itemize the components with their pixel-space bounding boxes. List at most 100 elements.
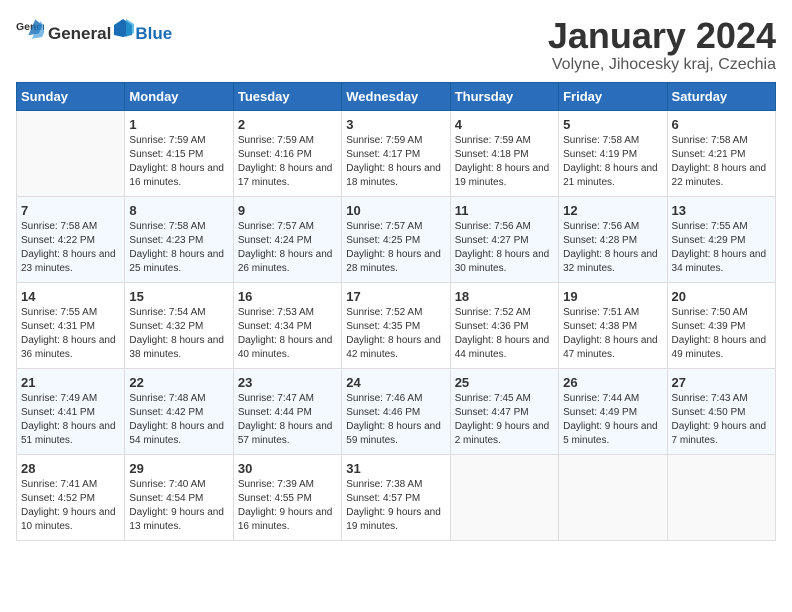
calendar-cell: 11 Sunrise: 7:56 AMSunset: 4:27 PMDayligh… (450, 196, 558, 282)
day-number: 4 (455, 117, 554, 132)
day-info: Sunrise: 7:41 AMSunset: 4:52 PMDaylight:… (21, 478, 120, 534)
calendar-cell: 28 Sunrise: 7:41 AMSunset: 4:52 PMDayligh… (17, 454, 125, 540)
calendar-cell: 6 Sunrise: 7:58 AMSunset: 4:21 PMDaylight… (667, 110, 775, 196)
logo-general: General (48, 24, 111, 44)
calendar-cell: 5Sunrise: 7:58 AMSunset: 4:19 PMDaylight… (559, 110, 667, 196)
day-info: Sunrise: 7:50 AMSunset: 4:39 PMDaylight:… (672, 306, 771, 362)
day-info: Sunrise: 7:57 AMSunset: 4:25 PMDaylight:… (346, 220, 445, 276)
calendar-cell: 30 Sunrise: 7:39 AMSunset: 4:55 PMDayligh… (233, 454, 341, 540)
calendar-cell: 4 Sunrise: 7:59 AMSunset: 4:18 PMDaylight… (450, 110, 558, 196)
calendar-cell: 2Sunrise: 7:59 AMSunset: 4:16 PMDaylight… (233, 110, 341, 196)
day-number: 10 (346, 203, 445, 218)
calendar-week-1: 1 Sunrise: 7:59 AMSunset: 4:15 PMDaylight… (17, 110, 776, 196)
calendar-cell: 31 Sunrise: 7:38 AMSunset: 4:57 PMDayligh… (342, 454, 450, 540)
calendar-cell: 20 Sunrise: 7:50 AMSunset: 4:39 PMDayligh… (667, 282, 775, 368)
day-header-friday: Friday (559, 82, 667, 110)
day-number: 26 (563, 375, 662, 390)
day-info: Sunrise: 7:58 AMSunset: 4:22 PMDaylight:… (21, 220, 120, 276)
day-info: Sunrise: 7:43 AMSunset: 4:50 PMDaylight:… (672, 392, 771, 448)
calendar-cell: 21Sunrise: 7:49 AMSunset: 4:41 PMDayligh… (17, 368, 125, 454)
calendar-cell: 18Sunrise: 7:52 AMSunset: 4:36 PMDayligh… (450, 282, 558, 368)
calendar-cell: 29Sunrise: 7:40 AMSunset: 4:54 PMDayligh… (125, 454, 233, 540)
day-info: Sunrise: 7:56 AMSunset: 4:28 PMDaylight:… (563, 220, 662, 276)
day-number: 13 (672, 203, 771, 218)
day-info: Sunrise: 7:59 AMSunset: 4:17 PMDaylight:… (346, 134, 445, 190)
calendar-cell: 15 Sunrise: 7:54 AMSunset: 4:32 PMDayligh… (125, 282, 233, 368)
day-info: Sunrise: 7:44 AMSunset: 4:49 PMDaylight:… (563, 392, 662, 448)
day-header-monday: Monday (125, 82, 233, 110)
day-info: Sunrise: 7:46 AMSunset: 4:46 PMDaylight:… (346, 392, 445, 448)
day-info: Sunrise: 7:47 AMSunset: 4:44 PMDaylight:… (238, 392, 337, 448)
calendar-cell (559, 454, 667, 540)
calendar-header-row: SundayMondayTuesdayWednesdayThursdayFrid… (17, 82, 776, 110)
day-info: Sunrise: 7:52 AMSunset: 4:36 PMDaylight:… (455, 306, 554, 362)
day-number: 31 (346, 461, 445, 476)
day-number: 2 (238, 117, 337, 132)
calendar-subtitle: Volyne, Jihocesky kraj, Czechia (548, 56, 776, 74)
calendar-week-3: 14Sunrise: 7:55 AMSunset: 4:31 PMDayligh… (17, 282, 776, 368)
day-info: Sunrise: 7:58 AMSunset: 4:19 PMDaylight:… (563, 134, 662, 190)
day-info: Sunrise: 7:52 AMSunset: 4:35 PMDaylight:… (346, 306, 445, 362)
day-number: 7 (21, 203, 120, 218)
day-number: 21 (21, 375, 120, 390)
calendar-cell: 3 Sunrise: 7:59 AMSunset: 4:17 PMDaylight… (342, 110, 450, 196)
day-number: 20 (672, 289, 771, 304)
calendar-week-2: 7 Sunrise: 7:58 AMSunset: 4:22 PMDaylight… (17, 196, 776, 282)
calendar-cell: 19 Sunrise: 7:51 AMSunset: 4:38 PMDayligh… (559, 282, 667, 368)
day-info: Sunrise: 7:58 AMSunset: 4:21 PMDaylight:… (672, 134, 771, 190)
calendar-cell: 12 Sunrise: 7:56 AMSunset: 4:28 PMDayligh… (559, 196, 667, 282)
day-info: Sunrise: 7:38 AMSunset: 4:57 PMDaylight:… (346, 478, 445, 534)
header: General General Blue January 2024 Volyne… (16, 16, 776, 74)
logo-shape-icon (112, 17, 134, 39)
day-number: 15 (129, 289, 228, 304)
calendar-cell: 17 Sunrise: 7:52 AMSunset: 4:35 PMDayligh… (342, 282, 450, 368)
calendar-cell: 14Sunrise: 7:55 AMSunset: 4:31 PMDayligh… (17, 282, 125, 368)
calendar-cell: 27Sunrise: 7:43 AMSunset: 4:50 PMDayligh… (667, 368, 775, 454)
day-info: Sunrise: 7:48 AMSunset: 4:42 PMDaylight:… (129, 392, 228, 448)
calendar-week-4: 21Sunrise: 7:49 AMSunset: 4:41 PMDayligh… (17, 368, 776, 454)
day-number: 1 (129, 117, 228, 132)
day-info: Sunrise: 7:54 AMSunset: 4:32 PMDaylight:… (129, 306, 228, 362)
day-info: Sunrise: 7:39 AMSunset: 4:55 PMDaylight:… (238, 478, 337, 534)
day-number: 24 (346, 375, 445, 390)
day-number: 22 (129, 375, 228, 390)
day-info: Sunrise: 7:55 AMSunset: 4:31 PMDaylight:… (21, 306, 120, 362)
day-header-wednesday: Wednesday (342, 82, 450, 110)
day-info: Sunrise: 7:57 AMSunset: 4:24 PMDaylight:… (238, 220, 337, 276)
day-info: Sunrise: 7:45 AMSunset: 4:47 PMDaylight:… (455, 392, 554, 448)
day-info: Sunrise: 7:59 AMSunset: 4:18 PMDaylight:… (455, 134, 554, 190)
day-info: Sunrise: 7:51 AMSunset: 4:38 PMDaylight:… (563, 306, 662, 362)
calendar-cell: 16 Sunrise: 7:53 AMSunset: 4:34 PMDayligh… (233, 282, 341, 368)
calendar-cell: 23 Sunrise: 7:47 AMSunset: 4:44 PMDayligh… (233, 368, 341, 454)
day-number: 6 (672, 117, 771, 132)
day-number: 30 (238, 461, 337, 476)
day-number: 11 (455, 203, 554, 218)
day-number: 9 (238, 203, 337, 218)
logo-icon: General (16, 16, 44, 44)
day-info: Sunrise: 7:40 AMSunset: 4:54 PMDaylight:… (129, 478, 228, 534)
day-number: 17 (346, 289, 445, 304)
calendar-cell: 7 Sunrise: 7:58 AMSunset: 4:22 PMDaylight… (17, 196, 125, 282)
day-info: Sunrise: 7:58 AMSunset: 4:23 PMDaylight:… (129, 220, 228, 276)
calendar-cell (667, 454, 775, 540)
day-number: 8 (129, 203, 228, 218)
calendar-cell: 1 Sunrise: 7:59 AMSunset: 4:15 PMDaylight… (125, 110, 233, 196)
day-info: Sunrise: 7:53 AMSunset: 4:34 PMDaylight:… (238, 306, 337, 362)
calendar-cell: 9 Sunrise: 7:57 AMSunset: 4:24 PMDaylight… (233, 196, 341, 282)
day-number: 23 (238, 375, 337, 390)
day-number: 19 (563, 289, 662, 304)
calendar-title: January 2024 (548, 16, 776, 56)
day-number: 16 (238, 289, 337, 304)
calendar-week-5: 28 Sunrise: 7:41 AMSunset: 4:52 PMDayligh… (17, 454, 776, 540)
calendar-cell: 24 Sunrise: 7:46 AMSunset: 4:46 PMDayligh… (342, 368, 450, 454)
calendar-cell: 10 Sunrise: 7:57 AMSunset: 4:25 PMDayligh… (342, 196, 450, 282)
day-number: 28 (21, 461, 120, 476)
title-area: January 2024 Volyne, Jihocesky kraj, Cze… (548, 16, 776, 74)
day-info: Sunrise: 7:56 AMSunset: 4:27 PMDaylight:… (455, 220, 554, 276)
calendar-cell: 13Sunrise: 7:55 AMSunset: 4:29 PMDayligh… (667, 196, 775, 282)
calendar-cell: 22 Sunrise: 7:48 AMSunset: 4:42 PMDayligh… (125, 368, 233, 454)
day-info: Sunrise: 7:59 AMSunset: 4:15 PMDaylight:… (129, 134, 228, 190)
day-number: 3 (346, 117, 445, 132)
day-number: 12 (563, 203, 662, 218)
calendar-cell (450, 454, 558, 540)
